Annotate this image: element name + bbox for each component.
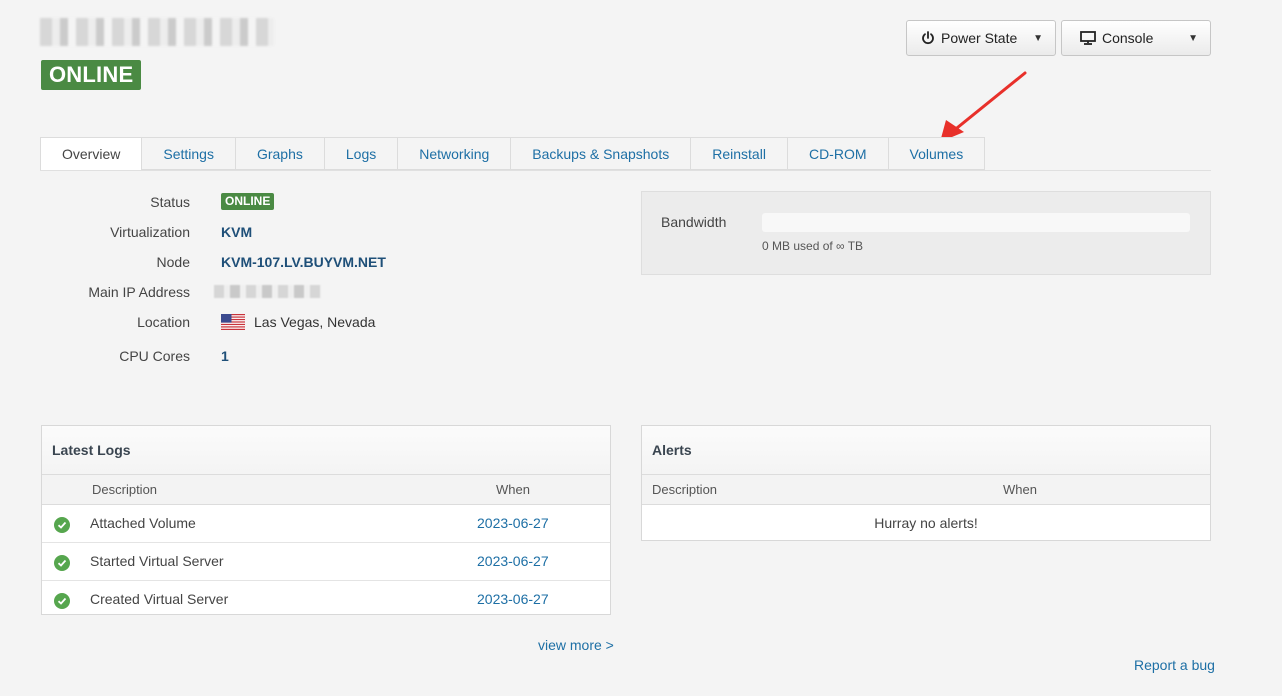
logs-col-when: When <box>496 482 530 497</box>
chevron-down-icon: ▼ <box>1188 32 1198 44</box>
alerts-col-description: Description <box>652 482 718 497</box>
log-description: Created Virtual Server <box>90 591 229 607</box>
tab-logs[interactable]: Logs <box>324 137 399 170</box>
tab-cd-rom[interactable]: CD-ROM <box>787 137 889 170</box>
tab-divider <box>40 170 1211 171</box>
console-button[interactable]: Console ▼ <box>1061 20 1211 56</box>
main-ip-redacted <box>214 285 321 298</box>
check-circle-icon <box>54 555 70 571</box>
log-row: Created Virtual Server 2023-06-27 <box>42 581 610 618</box>
bandwidth-panel <box>641 191 1211 275</box>
power-state-label: Power State <box>941 30 1018 46</box>
logs-column-header: Description When <box>42 475 610 505</box>
alerts-title: Alerts <box>642 426 1210 475</box>
logs-col-description: Description <box>92 482 158 497</box>
status-badge: ONLINE <box>221 193 275 210</box>
location-label: Location <box>137 314 190 330</box>
log-date-link[interactable]: 2023-06-27 <box>477 543 549 580</box>
alerts-column-header: Description When <box>642 475 1210 505</box>
tab-overview[interactable]: Overview <box>40 137 143 171</box>
virtualization-label: Virtualization <box>110 224 190 240</box>
alerts-col-when: When <box>1003 482 1037 497</box>
bandwidth-label: Bandwidth <box>661 214 727 230</box>
check-circle-icon <box>54 517 70 533</box>
node-value: KVM-107.LV.BUYVM.NET <box>221 254 386 270</box>
power-icon <box>921 31 935 45</box>
alerts-empty-message: Hurray no alerts! <box>874 515 978 531</box>
chevron-down-icon: ▼ <box>1033 32 1043 44</box>
bandwidth-progress-bar <box>762 213 1190 232</box>
console-label: Console <box>1102 30 1154 46</box>
power-state-button[interactable]: Power State ▼ <box>906 20 1056 56</box>
alerts-panel: Alerts Description When Hurray no alerts… <box>641 425 1211 541</box>
report-bug-link[interactable]: Report a bug <box>1134 657 1215 673</box>
view-more-link[interactable]: view more > <box>538 637 614 653</box>
main-ip-label: Main IP Address <box>88 284 190 300</box>
tab-networking[interactable]: Networking <box>398 137 512 170</box>
tab-settings[interactable]: Settings <box>142 137 236 170</box>
check-circle-icon <box>54 593 70 609</box>
us-flag-icon <box>221 314 245 330</box>
node-label: Node <box>156 254 190 270</box>
status-label: Status <box>150 194 190 210</box>
monitor-icon <box>1080 31 1096 45</box>
tab-bar: Overview Settings Graphs Logs Networking… <box>40 137 986 171</box>
log-description: Attached Volume <box>90 515 196 531</box>
tab-graphs[interactable]: Graphs <box>235 137 325 170</box>
server-status-badge: ONLINE <box>41 60 142 90</box>
log-date-link[interactable]: 2023-06-27 <box>477 505 549 542</box>
tab-reinstall[interactable]: Reinstall <box>691 137 788 170</box>
virtualization-value: KVM <box>221 224 253 240</box>
log-date-link[interactable]: 2023-06-27 <box>477 581 549 618</box>
log-row: Attached Volume 2023-06-27 <box>42 505 610 543</box>
cpu-cores-value: 1 <box>221 348 229 364</box>
latest-logs-panel: Latest Logs Description When Attached Vo… <box>41 425 611 615</box>
latest-logs-title: Latest Logs <box>42 426 610 475</box>
log-row: Started Virtual Server 2023-06-27 <box>42 543 610 581</box>
cpu-cores-label: CPU Cores <box>119 348 190 364</box>
bandwidth-usage-text: 0 MB used of ∞ TB <box>762 239 864 253</box>
hostname-redacted <box>40 18 274 46</box>
tab-volumes[interactable]: Volumes <box>888 137 986 170</box>
log-description: Started Virtual Server <box>90 553 224 569</box>
location-value: Las Vegas, Nevada <box>254 314 376 330</box>
tab-backups-snapshots[interactable]: Backups & Snapshots <box>511 137 692 170</box>
